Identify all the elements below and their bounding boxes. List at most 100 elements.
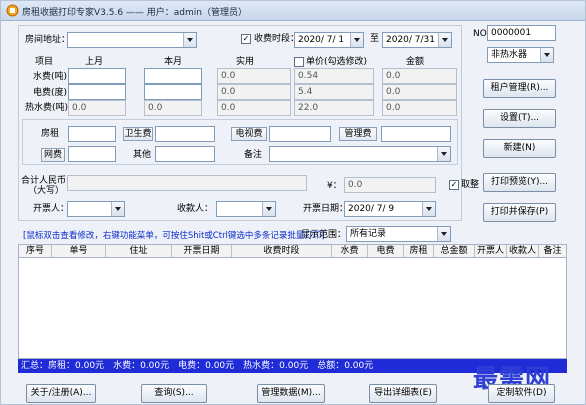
hygiene-fee-field[interactable]	[155, 126, 215, 142]
col-address[interactable]: 住址	[106, 245, 172, 257]
display-range-select[interactable]: 所有记录	[346, 226, 451, 242]
period-to-picker[interactable]: 2020/ 7/31	[382, 32, 452, 48]
chevron-down-icon[interactable]	[111, 202, 124, 216]
summary-total: 总额：0.00元	[317, 361, 374, 371]
hotwater-last-field: 0.0	[68, 100, 126, 116]
meter-header-current: 本月	[164, 57, 183, 67]
round-checkbox[interactable]: ✓	[449, 180, 459, 190]
usage-hint: [鼠标双击查看修改，右键功能菜单，可按住Shit或Ctrl键选中多条记录批量打印…	[23, 231, 325, 241]
summary-hotwater: 热水费：0.00元	[243, 361, 309, 371]
receipt-no-field[interactable]: 0000001	[487, 25, 556, 41]
issue-date-picker[interactable]: 2020/ 7/ 9	[344, 201, 436, 217]
round-label: 取整	[461, 180, 480, 190]
mgmt-fee-field[interactable]	[381, 126, 451, 142]
manage-data-button[interactable]: 管理数据(M)...	[257, 384, 325, 403]
hotwater-amount-field: 0.0	[382, 100, 457, 116]
chevron-down-icon[interactable]	[437, 147, 450, 161]
issue-date-label: 开票日期：	[303, 204, 349, 214]
col-issue-date[interactable]: 开票日期	[172, 245, 232, 257]
meter-header-item: 项目	[35, 57, 54, 67]
hotwater-row-label: 热水费(吨)	[25, 103, 69, 113]
display-range-label: 显示范围：	[301, 230, 347, 240]
rent-field[interactable]	[68, 126, 116, 142]
chevron-down-icon[interactable]	[438, 33, 451, 47]
tv-fee-field[interactable]	[269, 126, 331, 142]
electric-row-label: 电费(度)	[33, 88, 68, 98]
payee-label: 收款人：	[177, 204, 214, 214]
hotwater-price-field: 22.0	[294, 100, 374, 116]
period-to-label: 至	[370, 34, 380, 44]
water-amount-field: 0.0	[382, 68, 457, 84]
window-title: 房租收据打印专家V3.5.6 —— 用户：admin（管理员）	[22, 8, 247, 18]
chevron-down-icon[interactable]	[437, 227, 450, 241]
col-receipt-no[interactable]: 单号	[52, 245, 106, 257]
records-grid-body[interactable]	[18, 258, 567, 359]
yen-label: ¥：	[327, 181, 342, 191]
period-from-picker[interactable]: 2020/ 7/ 1	[294, 32, 364, 48]
tenant-management-button[interactable]: 租户管理(R)...	[483, 79, 556, 98]
other-fee-label: 其他	[133, 150, 152, 160]
electric-used-field: 0.0	[217, 84, 291, 100]
col-water[interactable]: 水费	[332, 245, 368, 257]
network-fee-field[interactable]	[68, 146, 116, 162]
export-detail-button[interactable]: 导出详细表(E)	[369, 384, 437, 403]
chevron-down-icon[interactable]	[183, 33, 196, 47]
hotwater-current-field: 0.0	[144, 100, 202, 116]
electric-last-field[interactable]	[68, 84, 126, 100]
total-caps-field	[67, 175, 307, 191]
hygiene-fee-button[interactable]: 卫生费	[123, 127, 153, 141]
about-register-button[interactable]: 关于/注册(A)...	[26, 384, 96, 403]
custom-software-button[interactable]: 定制软件(D)	[488, 384, 555, 403]
records-grid-header: 序号 单号 住址 开票日期 收费时段 水费 电费 房租 总金额 开票人 收款人 …	[18, 244, 567, 258]
meter-header-amount: 金额	[406, 57, 425, 67]
summary-water: 水费：0.00元	[113, 361, 170, 371]
col-period[interactable]: 收费时段	[232, 245, 332, 257]
tv-fee-button[interactable]: 电视费	[231, 127, 267, 141]
water-mode-select[interactable]: 非热水器	[487, 47, 554, 63]
issuer-label: 开票人：	[33, 204, 70, 214]
electric-price-field[interactable]: 5.4	[294, 84, 374, 100]
app-icon	[6, 4, 19, 17]
col-seq[interactable]: 序号	[19, 245, 52, 257]
address-combo[interactable]	[67, 32, 197, 48]
period-checkbox[interactable]: ✓	[241, 34, 251, 44]
address-label: 房间地址：	[25, 35, 71, 45]
col-electric[interactable]: 电费	[368, 245, 404, 257]
price-edit-checkbox[interactable]	[294, 57, 304, 67]
water-price-field[interactable]: 0.54	[294, 68, 374, 84]
meter-header-price: 单价(勾选修改)	[306, 57, 368, 67]
col-payee[interactable]: 收款人	[507, 245, 539, 257]
settings-button[interactable]: 设置(T)...	[483, 109, 556, 128]
meter-header-last: 上月	[85, 57, 104, 67]
title-bar: 房租收据打印专家V3.5.6 —— 用户：admin（管理员）	[1, 1, 585, 21]
meter-header-used: 实用	[236, 57, 255, 67]
col-total[interactable]: 总金额	[434, 245, 475, 257]
chevron-down-icon[interactable]	[540, 48, 553, 62]
water-last-field[interactable]	[68, 68, 126, 84]
period-label: 收费时段：	[254, 34, 300, 44]
payee-combo[interactable]	[216, 201, 276, 217]
col-remark[interactable]: 备注	[539, 245, 566, 257]
col-rent[interactable]: 房租	[404, 245, 434, 257]
electric-amount-field: 0.0	[382, 84, 457, 100]
electric-current-field[interactable]	[144, 84, 202, 100]
water-current-field[interactable]	[144, 68, 202, 84]
chevron-down-icon[interactable]	[350, 33, 363, 47]
col-issuer[interactable]: 开票人	[475, 245, 507, 257]
new-button[interactable]: 新建(N)	[483, 139, 556, 158]
remark-combo[interactable]	[269, 146, 451, 162]
query-button[interactable]: 查询(S)...	[141, 384, 207, 403]
chevron-down-icon[interactable]	[262, 202, 275, 216]
mgmt-fee-button[interactable]: 管理费	[339, 127, 377, 141]
print-and-save-button[interactable]: 打印并保存(P)	[483, 203, 556, 222]
network-fee-button[interactable]: 网费	[41, 148, 65, 162]
water-row-label: 水费(吨)	[33, 72, 68, 82]
total-caps-label-line2: （大写）	[28, 186, 65, 196]
rent-label: 房租	[41, 129, 60, 139]
other-fee-field[interactable]	[155, 146, 215, 162]
print-preview-button[interactable]: 打印预览(Y)...	[483, 173, 556, 192]
water-used-field: 0.0	[217, 68, 291, 84]
receipt-no-label: NO	[473, 29, 487, 39]
issuer-combo[interactable]	[67, 201, 125, 217]
chevron-down-icon[interactable]	[422, 202, 435, 216]
